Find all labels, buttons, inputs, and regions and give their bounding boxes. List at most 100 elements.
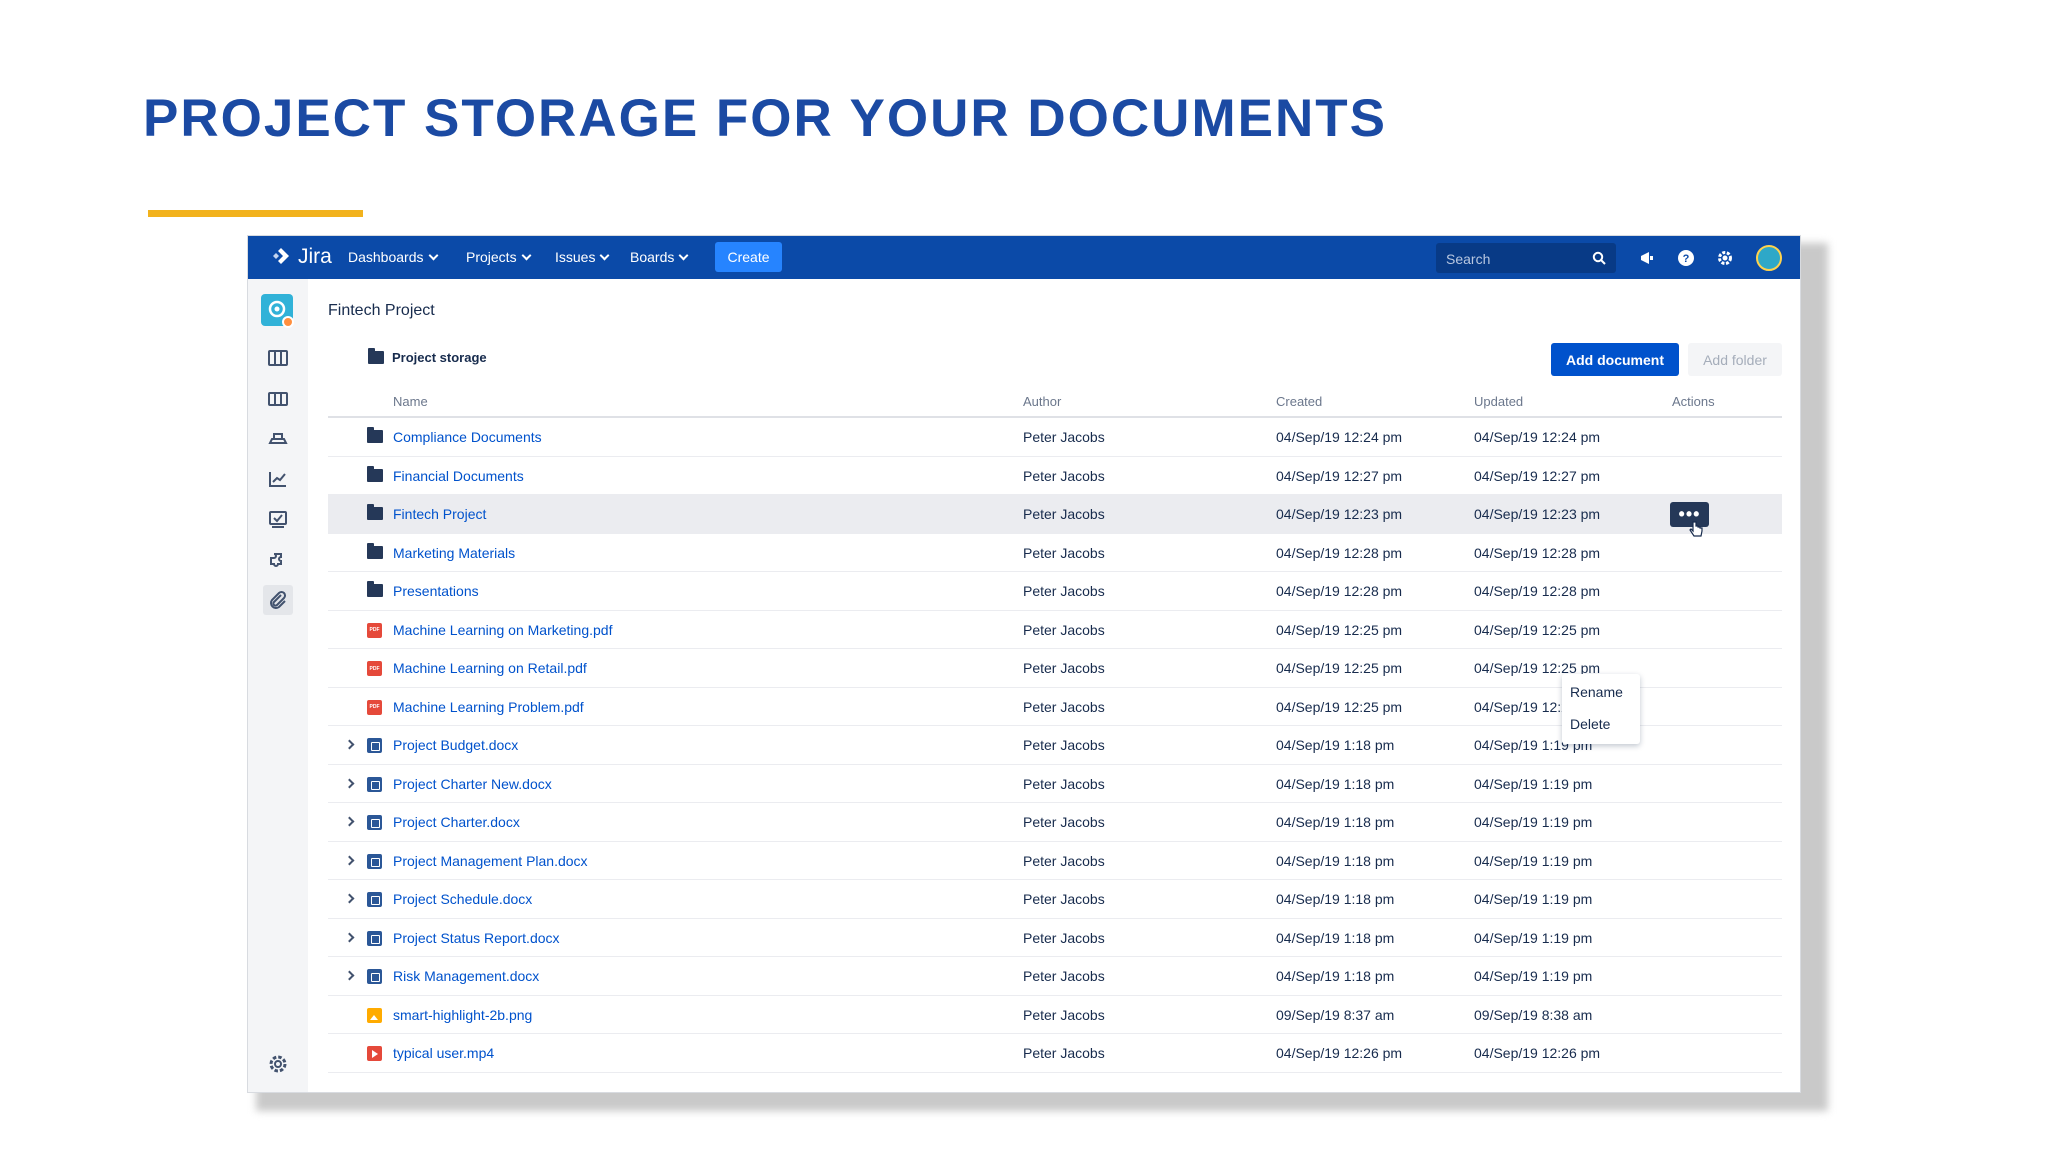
created-cell: 04/Sep/19 1:18 pm: [1276, 814, 1395, 830]
jira-logo[interactable]: Jira: [270, 245, 332, 269]
nav-boards[interactable]: Boards: [630, 249, 689, 265]
add-document-button[interactable]: Add document: [1551, 343, 1679, 376]
file-name-link[interactable]: Project Charter.docx: [393, 814, 520, 830]
chevron-right-icon[interactable]: [344, 932, 355, 942]
file-name-link[interactable]: Project Charter New.docx: [393, 776, 552, 792]
folder-icon: [367, 504, 383, 521]
table-row[interactable]: Project Management Plan.docx Peter Jacobs…: [328, 842, 1782, 880]
column-header-author[interactable]: Author: [1023, 394, 1061, 409]
nav-dashboards-label: Dashboards: [348, 249, 424, 265]
created-cell: 04/Sep/19 1:18 pm: [1276, 737, 1395, 753]
accent-bar: [148, 210, 363, 217]
table-row[interactable]: Presentations Peter Jacobs 04/Sep/19 12:28…: [328, 572, 1782, 611]
author-cell: Peter Jacobs: [1023, 929, 1105, 946]
chevron-right-icon[interactable]: [344, 739, 355, 750]
chevron-right-icon[interactable]: [344, 893, 355, 904]
updated-cell: 04/Sep/19 12:24 pm: [1474, 429, 1601, 445]
jira-logo-icon: [273, 248, 289, 264]
file-name-link[interactable]: smart-highlight-2b.png: [393, 1007, 532, 1023]
help-icon[interactable]: ?: [1675, 247, 1697, 269]
column-header-created[interactable]: Created: [1276, 394, 1322, 409]
nav-dashboards[interactable]: Dashboards: [348, 249, 438, 265]
column-header-updated[interactable]: Updated: [1474, 394, 1523, 409]
file-name-link[interactable]: Project Schedule.docx: [393, 891, 532, 907]
file-name-link[interactable]: Fintech Project: [393, 506, 486, 522]
column-header-name[interactable]: Name: [393, 394, 428, 409]
file-name-link[interactable]: Compliance Documents: [393, 429, 542, 445]
table-row[interactable]: smart-highlight-2b.png Peter Jacobs 09/Sep…: [328, 996, 1782, 1034]
author-cell: Peter Jacobs: [1023, 621, 1105, 638]
table-row[interactable]: typical user.mp4 Peter Jacobs 04/Sep/19 12…: [328, 1034, 1782, 1073]
updated-cell: 04/Sep/19 12:28 pm: [1474, 583, 1601, 599]
file-name-link[interactable]: Project Budget.docx: [393, 737, 518, 753]
updated-cell: 04/Sep/19 1:19 pm: [1474, 775, 1593, 792]
file-name-link[interactable]: Project Management Plan.docx: [393, 853, 588, 869]
table-row[interactable]: Marketing Materials Peter Jacobs 04/Sep/19…: [328, 534, 1782, 572]
table-row[interactable]: Fintech Project Peter Jacobs 04/Sep/19 12:…: [328, 495, 1782, 537]
expand-sidebar-icon[interactable]: [263, 1083, 293, 1092]
chevron-right-icon[interactable]: [344, 970, 355, 981]
board-icon[interactable]: [263, 384, 293, 414]
file-name-link[interactable]: Project Status Report.docx: [393, 930, 560, 946]
nav-boards-label: Boards: [630, 249, 675, 265]
add-folder-button[interactable]: Add folder: [1688, 343, 1782, 376]
pdf-file-icon: PDF: [367, 622, 383, 638]
notifications-icon[interactable]: [1636, 247, 1658, 269]
releases-icon[interactable]: [263, 424, 293, 454]
pdf-file-icon: PDF: [367, 699, 383, 715]
user-avatar[interactable]: [1756, 245, 1782, 271]
file-name-link[interactable]: typical user.mp4: [393, 1045, 494, 1061]
table-row[interactable]: Project Charter New.docx Peter Jacobs 04/S…: [328, 765, 1782, 803]
table-row[interactable]: Project Charter.docx Peter Jacobs 04/Sep/1…: [328, 803, 1782, 842]
folder-icon: [367, 465, 383, 483]
table-row[interactable]: Compliance Documents Peter Jacobs 04/Sep/1…: [328, 418, 1782, 457]
chevron-right-icon[interactable]: [344, 855, 355, 865]
rename-menu-item[interactable]: Rename: [1570, 684, 1623, 700]
author-cell: Peter Jacobs: [1023, 775, 1105, 792]
table-row[interactable]: Project Status Report.docx Peter Jacobs 04…: [328, 919, 1782, 957]
chevron-right-icon[interactable]: [344, 778, 355, 788]
table-row[interactable]: Risk Management.docx Peter Jacobs 04/Sep/1…: [328, 957, 1782, 996]
search-icon: [1592, 251, 1606, 265]
folder-icon: [367, 542, 383, 560]
author-cell: Peter Jacobs: [1023, 814, 1105, 830]
jira-screenshot: Jira Dashboards Projects Issues Boards C…: [247, 235, 1801, 1093]
file-name-link[interactable]: Machine Learning Problem.pdf: [393, 699, 584, 715]
table-row[interactable]: Financial Documents Peter Jacobs 04/Sep/19…: [328, 457, 1782, 495]
create-button[interactable]: Create: [715, 242, 782, 272]
svg-text:?: ?: [1683, 253, 1690, 265]
file-name-link[interactable]: Machine Learning on Marketing.pdf: [393, 622, 612, 638]
updated-cell: 04/Sep/19 1:19 pm: [1474, 968, 1593, 984]
settings-icon[interactable]: [263, 1049, 293, 1079]
components-icon[interactable]: [263, 546, 293, 576]
breadcrumb[interactable]: Project storage: [368, 348, 487, 365]
file-name-link[interactable]: Financial Documents: [393, 468, 524, 484]
attachments-icon[interactable]: [263, 585, 293, 615]
backlog-icon[interactable]: [263, 343, 293, 373]
updated-cell: 04/Sep/19 1:19 pm: [1474, 929, 1593, 946]
file-name-link[interactable]: Risk Management.docx: [393, 968, 539, 984]
table-row[interactable]: Project Schedule.docx Peter Jacobs 04/Sep/…: [328, 880, 1782, 919]
search-input[interactable]: Search: [1436, 243, 1616, 273]
table-row[interactable]: PDF Machine Learning on Marketing.pdf Pete…: [328, 611, 1782, 649]
pdf-file-icon: PDF: [367, 661, 383, 676]
file-name-link[interactable]: Marketing Materials: [393, 545, 515, 561]
word-doc-icon: [367, 969, 383, 984]
updated-cell: 04/Sep/19 12:25 pm: [1474, 621, 1601, 638]
updated-cell: 04/Sep/19 1:19 pm: [1474, 814, 1593, 830]
table-body: Compliance Documents Peter Jacobs 04/Sep/1…: [328, 418, 1782, 1073]
project-title: Fintech Project: [328, 302, 435, 319]
updated-cell: 04/Sep/19 12:28 pm: [1474, 544, 1601, 561]
settings-icon[interactable]: [1714, 247, 1736, 269]
created-cell: 04/Sep/19 12:28 pm: [1276, 583, 1403, 599]
word-doc-icon: [367, 738, 383, 753]
chevron-right-icon[interactable]: [344, 816, 355, 827]
delete-menu-item[interactable]: Delete: [1570, 716, 1610, 732]
reports-icon[interactable]: [263, 464, 293, 494]
file-name-link[interactable]: Machine Learning on Retail.pdf: [393, 660, 587, 676]
file-name-link[interactable]: Presentations: [393, 583, 479, 599]
nav-projects[interactable]: Projects: [466, 249, 532, 265]
nav-issues[interactable]: Issues: [555, 249, 610, 265]
author-cell: Peter Jacobs: [1023, 544, 1105, 561]
issues-icon[interactable]: [263, 505, 293, 535]
